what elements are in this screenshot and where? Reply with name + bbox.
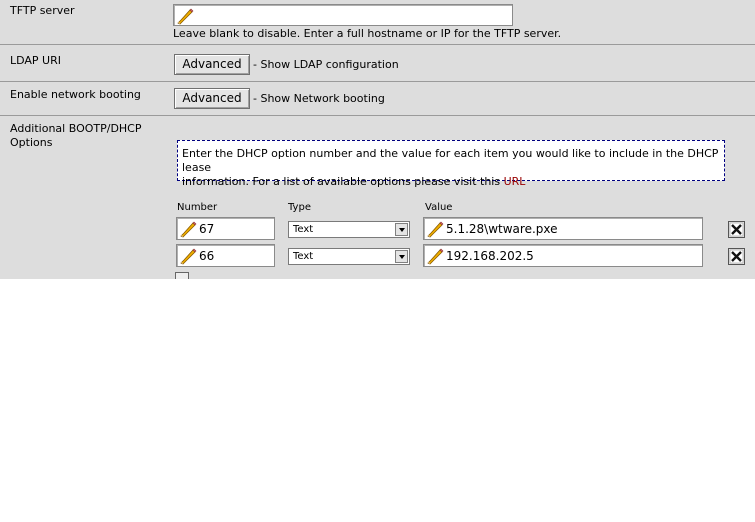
option-value-value: 192.168.202.5 [446,249,534,263]
delete-row-icon[interactable] [728,221,745,238]
netboot-advanced-button[interactable]: Advanced [174,88,250,109]
pencil-icon [426,220,444,238]
ldap-advanced-button[interactable]: Advanced [174,54,250,75]
pencil-icon [426,247,444,265]
info-line-2: information. For a list of available opt… [182,175,724,189]
option-value-input[interactable]: 5.1.28\wtware.pxe [423,217,703,240]
tftp-server-row: TFTP server Leave blank to disable. Ente… [0,0,755,45]
option-type-select[interactable]: Text [288,248,410,265]
option-number-value: 67 [199,222,215,236]
netboot-advanced-caption: - Show Network booting [253,92,385,105]
option-number-input[interactable]: 66 [176,244,275,267]
option-value-input[interactable]: 192.168.202.5 [423,244,703,267]
ldap-uri-row: LDAP URI Advanced - Show LDAP configurat… [0,45,755,82]
tftp-server-help: Leave blank to disable. Enter a full hos… [173,27,562,40]
network-booting-row: Enable network booting Advanced - Show N… [0,82,755,116]
option-type-select[interactable]: Text [288,221,410,238]
pencil-icon [176,7,194,25]
pencil-icon [179,220,197,238]
option-value-value: 5.1.28\wtware.pxe [446,222,558,236]
option-number-input[interactable]: 67 [176,217,275,240]
network-booting-label: Enable network booting [10,88,141,101]
dhcp-settings-panel: TFTP server Leave blank to disable. Ente… [0,0,755,279]
type-column-header: Type [288,202,311,213]
option-type-value: Text [293,224,314,235]
chevron-down-icon[interactable] [395,250,408,263]
add-row-icon[interactable] [175,272,189,279]
value-column-header: Value [425,202,453,213]
number-column-header: Number [177,202,218,213]
dhcp-options-label-line1: Additional BOOTP/DHCP [10,122,142,135]
option-type-value: Text [293,251,314,262]
ldap-uri-label: LDAP URI [10,54,61,67]
options-url-link[interactable]: URL [504,175,526,188]
option-number-value: 66 [199,249,215,263]
tftp-server-input[interactable] [173,4,513,26]
dhcp-options-info-box: Enter the DHCP option number and the val… [177,140,725,188]
chevron-down-icon[interactable] [395,223,408,236]
pencil-icon [179,247,197,265]
dhcp-options-label-line2: Options [10,136,53,149]
tftp-server-label: TFTP server [10,4,75,17]
delete-row-icon[interactable] [728,248,745,265]
info-line-1: Enter the DHCP option number and the val… [182,147,719,174]
info-line-2-text: information. For a list of available opt… [182,175,504,188]
ldap-advanced-caption: - Show LDAP configuration [253,58,399,71]
